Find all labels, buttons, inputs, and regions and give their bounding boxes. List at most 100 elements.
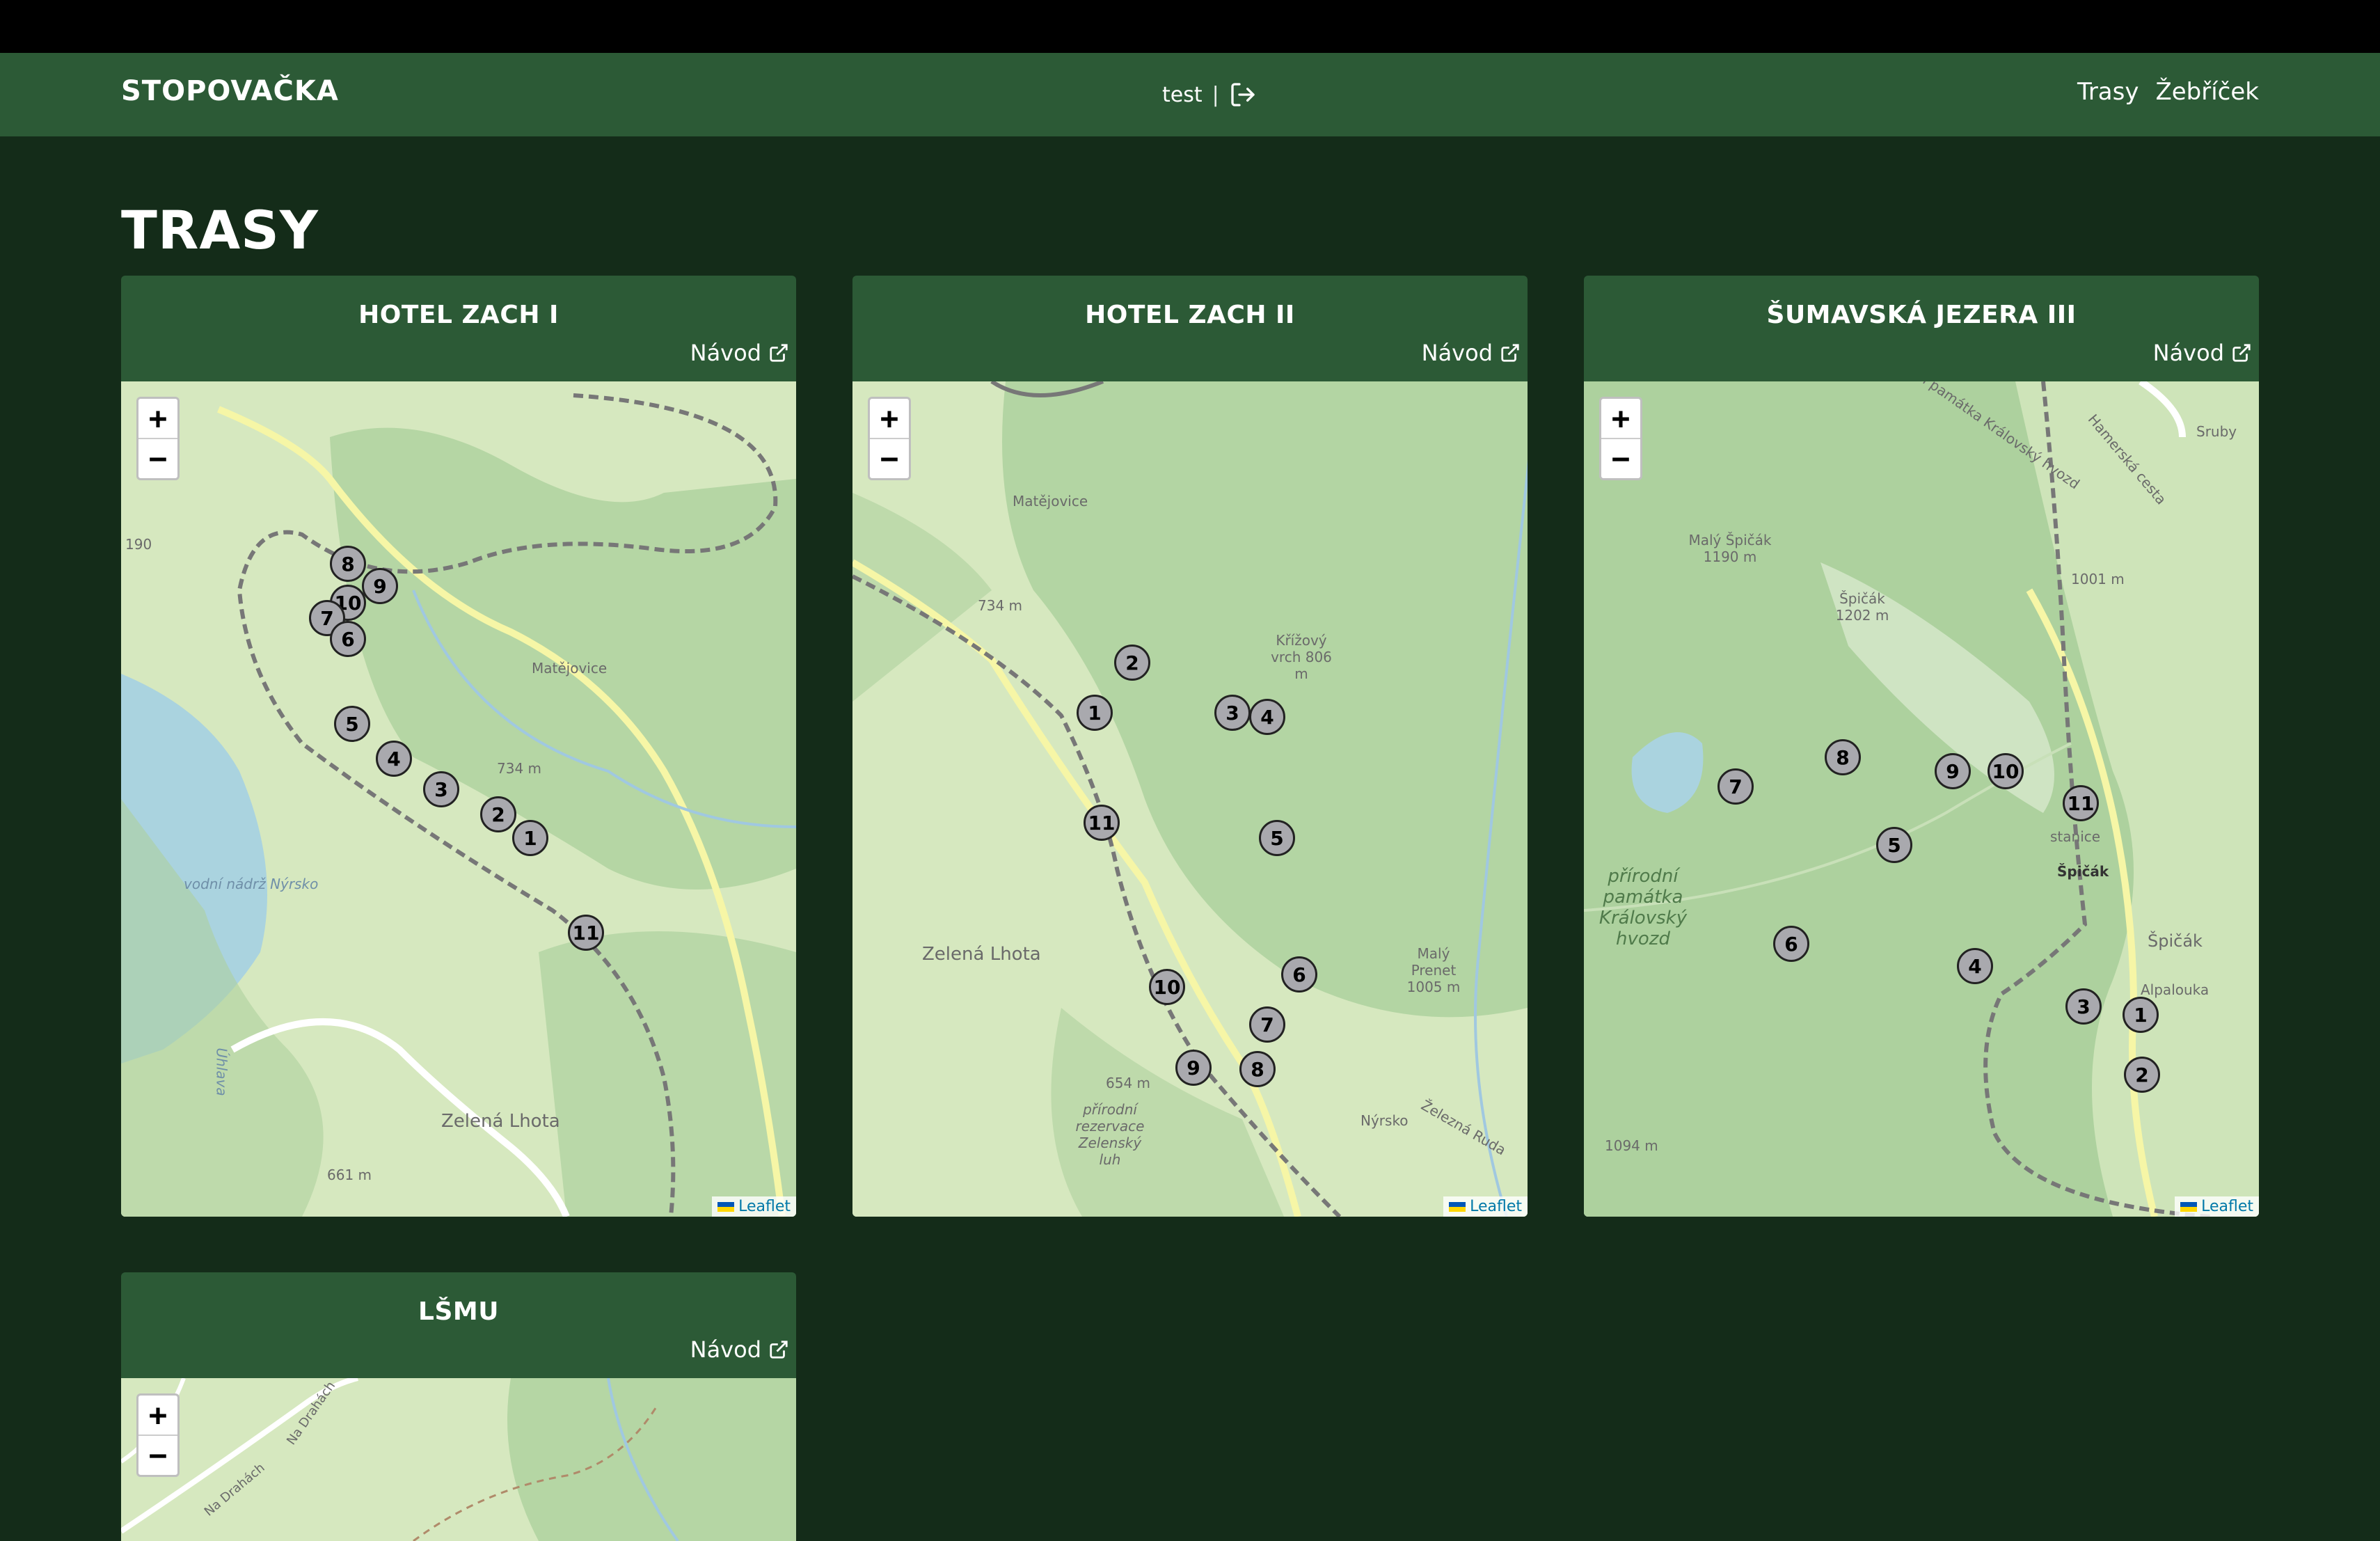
external-link-icon (1501, 344, 1519, 362)
map-label: přírodní památka Královský hvozd (1598, 866, 1688, 949)
zoom-in-button[interactable]: + (870, 399, 909, 438)
ukraine-flag-icon (2180, 1201, 2198, 1212)
external-link-icon (770, 344, 788, 362)
map-attribution[interactable]: Leaflet (1443, 1196, 1528, 1217)
zoom-out-button[interactable]: − (138, 1435, 177, 1475)
route-marker[interactable]: 6 (1773, 926, 1809, 962)
map-label: Matějovice (1013, 493, 1088, 509)
route-marker[interactable]: 10 (1988, 753, 2024, 789)
route-marker[interactable]: 9 (362, 568, 398, 604)
route-marker[interactable]: 10 (1149, 969, 1185, 1005)
map-label: Matějovice (532, 660, 608, 677)
zoom-in-button[interactable]: + (1601, 399, 1640, 438)
map-label: Zelená Lhota (441, 1111, 560, 1132)
route-marker[interactable]: 9 (1175, 1050, 1212, 1086)
nav-link-zebricek[interactable]: Žebříček (2155, 78, 2259, 106)
zoom-out-button[interactable]: − (1601, 438, 1640, 478)
route-marker[interactable]: 1 (2123, 997, 2159, 1033)
guide-label: Návod (690, 340, 761, 366)
route-marker[interactable]: 3 (1214, 695, 1251, 731)
zoom-out-button[interactable]: − (870, 438, 909, 478)
route-marker[interactable]: 8 (1825, 739, 1861, 775)
map-label: Malý Špičák 1190 m (1688, 532, 1772, 565)
zoom-in-button[interactable]: + (138, 1396, 177, 1435)
user-area: test | (1162, 81, 1257, 109)
route-marker[interactable]: 6 (1281, 956, 1317, 993)
route-map[interactable]: 190 Matějovice 734 m vodní nádrž Nýrsko … (121, 381, 796, 1217)
route-map[interactable]: Na Drahách Na Drahách + − (121, 1378, 796, 1541)
route-marker[interactable]: 3 (2065, 988, 2102, 1025)
route-marker[interactable]: 5 (1876, 827, 1912, 863)
route-card: HOTEL ZACH II Návod Matějovice 734 m Kří… (852, 276, 1528, 1217)
route-marker[interactable]: 4 (1249, 699, 1285, 735)
route-marker[interactable]: 5 (334, 706, 370, 742)
route-marker[interactable]: 5 (1259, 820, 1295, 856)
route-marker[interactable]: 7 (1249, 1006, 1285, 1043)
map-label: 1094 m (1605, 1137, 1658, 1154)
map-label: Alpalouka (2141, 981, 2210, 998)
route-marker[interactable]: 6 (330, 621, 366, 657)
zoom-in-button[interactable]: + (138, 399, 177, 438)
route-marker[interactable]: 3 (423, 771, 459, 807)
guide-link[interactable]: Návod (690, 340, 789, 366)
guide-link[interactable]: Návod (2153, 340, 2252, 366)
route-marker[interactable]: 11 (568, 915, 604, 951)
route-marker[interactable]: 11 (2063, 785, 2099, 821)
route-marker[interactable]: 1 (1077, 695, 1113, 731)
route-marker[interactable]: 2 (2124, 1057, 2160, 1093)
nav-link-trasy[interactable]: Trasy (2077, 78, 2139, 106)
route-map[interactable]: přírodní památka Královský hvozd Sruby H… (1584, 381, 2259, 1217)
zoom-out-button[interactable]: − (138, 438, 177, 478)
route-title: HOTEL ZACH II (1085, 301, 1295, 329)
route-card: LŠMU Návod Na Drahách Na Drahách + − (121, 1272, 796, 1541)
map-label: stanice (2050, 828, 2101, 845)
map-label: 1001 m (2071, 571, 2125, 587)
map-label: Nýrsko (1360, 1112, 1409, 1129)
guide-link[interactable]: Návod (1422, 340, 1521, 366)
route-map[interactable]: Matějovice 734 m Křížový vrch 806 m Zele… (852, 381, 1528, 1217)
map-label: Malý Prenet 1005 m (1406, 945, 1461, 995)
route-marker[interactable]: 7 (1717, 768, 1754, 805)
map-label: Špičák (2057, 863, 2109, 880)
navbar: STOPOVAČKA test | Trasy Žebříček (0, 53, 2380, 136)
route-card: HOTEL ZACH I Návod 190 Matějovice 734 m … (121, 276, 796, 1217)
map-label: 734 m (497, 760, 542, 777)
route-marker[interactable]: 8 (330, 546, 366, 582)
map-tiles (852, 381, 1528, 1217)
guide-label: Návod (690, 1336, 761, 1363)
attribution-label: Leaflet (2201, 1198, 2253, 1215)
map-label: Křížový vrch 806 m (1271, 632, 1332, 682)
route-marker[interactable]: 4 (376, 741, 412, 777)
logout-icon[interactable] (1229, 81, 1257, 109)
zoom-control: + − (136, 1393, 180, 1477)
route-marker[interactable]: 2 (480, 796, 516, 832)
zoom-control: + − (868, 397, 911, 480)
map-label: Úhlava (213, 1048, 230, 1096)
route-marker[interactable]: 2 (1114, 645, 1150, 681)
attribution-label: Leaflet (738, 1198, 791, 1215)
map-label: Špičák (2148, 931, 2203, 951)
map-attribution[interactable]: Leaflet (712, 1196, 796, 1217)
guide-label: Návod (1421, 340, 1493, 366)
route-marker[interactable]: 4 (1957, 948, 1993, 984)
map-label: 654 m (1106, 1075, 1151, 1091)
page-title: TRASY (121, 199, 319, 261)
route-title: ŠUMAVSKÁ JEZERA III (1766, 301, 2077, 329)
map-label: přírodní rezervace Zelenský luh (1075, 1101, 1145, 1168)
route-marker[interactable]: 1 (512, 820, 548, 856)
brand-logo[interactable]: STOPOVAČKA (121, 75, 339, 107)
ukraine-flag-icon (717, 1201, 735, 1212)
route-marker[interactable]: 9 (1935, 753, 1971, 789)
route-marker[interactable]: 8 (1239, 1051, 1276, 1087)
top-black-band (0, 0, 2380, 53)
route-card: ŠUMAVSKÁ JEZERA III Návod přírodní památ… (1584, 276, 2259, 1217)
map-label: 734 m (978, 597, 1023, 614)
route-card-header: LŠMU Návod (121, 1272, 796, 1378)
route-card-header: HOTEL ZACH I Návod (121, 276, 796, 381)
ukraine-flag-icon (1449, 1201, 1466, 1212)
map-attribution[interactable]: Leaflet (2175, 1196, 2259, 1217)
guide-link[interactable]: Návod (690, 1336, 789, 1363)
guide-label: Návod (2152, 340, 2224, 366)
username: test (1162, 82, 1203, 107)
route-marker[interactable]: 11 (1084, 805, 1120, 841)
